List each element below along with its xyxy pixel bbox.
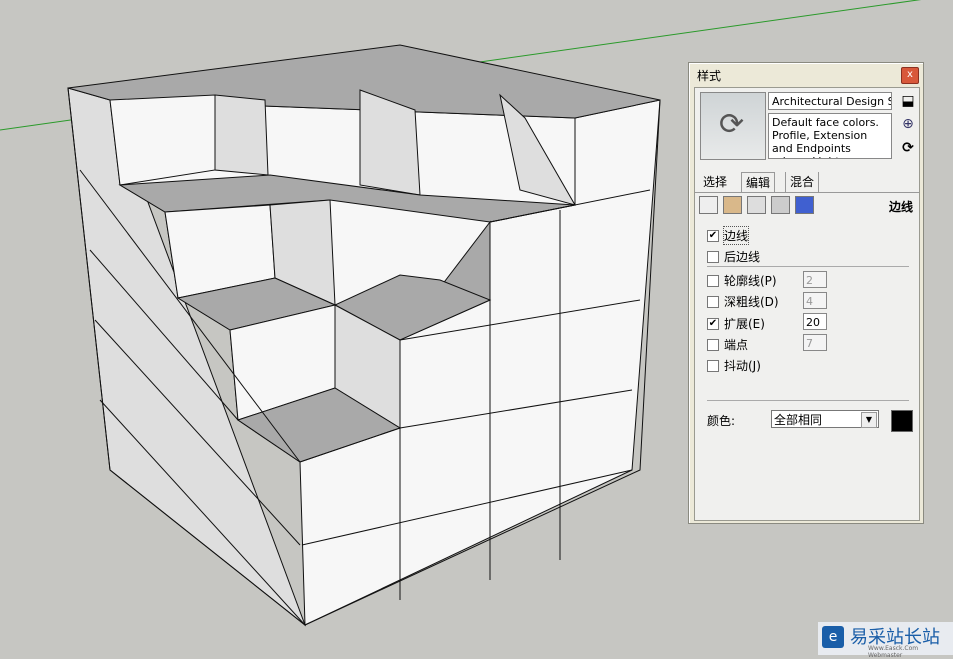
option-endpoints[interactable]: 端点 (707, 336, 748, 353)
extension-length-field[interactable]: 20 (803, 313, 827, 330)
watermark-settings-icon[interactable] (771, 196, 790, 214)
option-jitter[interactable]: 抖动(J) (707, 357, 761, 374)
tab-mix[interactable]: 混合 (785, 172, 820, 192)
panel-title: 样式 (697, 69, 722, 83)
color-mode-select[interactable]: 全部相同 ▼ (771, 410, 879, 428)
option-depth-cue[interactable]: 深粗线(D) (707, 293, 779, 310)
option-extension[interactable]: ✔ 扩展(E) (707, 315, 765, 332)
refresh-icon: ⟳ (719, 107, 745, 142)
style-thumbnail[interactable]: ⟳ (700, 92, 766, 160)
depth-cue-field[interactable]: 4 (803, 292, 827, 309)
stepped-cube-model (67, 44, 661, 627)
face-settings-icon[interactable] (723, 196, 742, 214)
refresh-icon[interactable]: ⟳ (900, 140, 916, 156)
close-button[interactable]: x (901, 67, 919, 84)
option-edges[interactable]: ✔ 边线 (707, 226, 750, 245)
profiles-width-field[interactable]: 2 (803, 271, 827, 288)
edge-settings-icon[interactable] (699, 196, 718, 214)
option-profiles[interactable]: 轮廓线(P) (707, 272, 777, 289)
modeling-settings-icon[interactable] (795, 196, 814, 214)
option-back-edges[interactable]: 后边线 (707, 248, 760, 265)
background-settings-icon[interactable] (747, 196, 766, 214)
update-style-icon[interactable]: ⊕ (900, 116, 916, 132)
style-description-field[interactable]: Default face colors. Profile, Extension … (768, 113, 892, 159)
edge-color-swatch[interactable] (891, 410, 913, 432)
create-style-icon[interactable]: ⬓ (900, 93, 916, 109)
watermark-logo: e 易采站长站 Www.Easck.Com Webmaster (818, 622, 953, 659)
logo-icon: e (822, 626, 844, 648)
tab-select[interactable]: 选择 (699, 172, 731, 192)
style-name-field[interactable]: Architectural Design Style (768, 92, 892, 110)
color-label: 颜色: (707, 414, 736, 428)
tab-edit[interactable]: 编辑 (741, 172, 776, 193)
section-label: 边线 (888, 200, 913, 214)
styles-panel: 样式 x ⟳ Architectural Design Style Defaul… (688, 62, 924, 524)
chevron-down-icon[interactable]: ▼ (861, 412, 877, 428)
endpoints-length-field[interactable]: 7 (803, 334, 827, 351)
